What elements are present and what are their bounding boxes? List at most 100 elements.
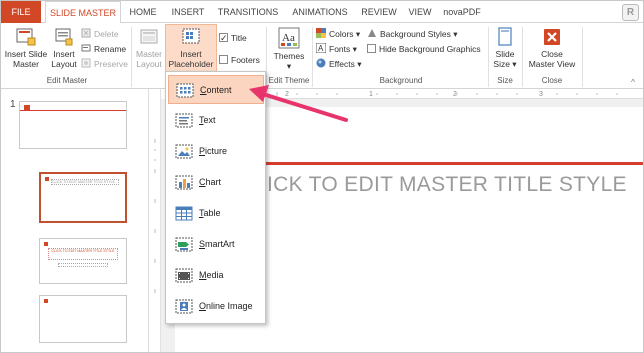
menu-item-online-image[interactable]: Online Image [168, 292, 264, 321]
svg-text:A: A [318, 44, 324, 53]
insert-placeholder-button[interactable]: Insert Placeholder ▾ [165, 24, 217, 79]
fonts-icon: A [315, 42, 327, 54]
preserve-button[interactable]: Preserve [81, 57, 128, 71]
horizontal-ruler: 2 1 2 3 [267, 89, 643, 99]
tab-slide-master[interactable]: SLIDE MASTER [45, 1, 121, 24]
title-checkbox-box[interactable] [219, 31, 228, 45]
size-group-label: Size [497, 76, 513, 85]
hide-background-graphics-label: Hide Background Graphics [379, 44, 481, 54]
media-icon [175, 268, 193, 283]
svg-text:Aa: Aa [282, 32, 295, 44]
themes-button[interactable]: Aa Themes ▾ [271, 25, 307, 71]
menu-item-label: SmartArt [199, 239, 235, 249]
thumb-accent [45, 177, 49, 181]
tab-transitions[interactable]: TRANSITIONS [215, 1, 281, 23]
menu-item-picture[interactable]: Picture [168, 137, 264, 166]
title-checkbox[interactable]: Title [219, 31, 247, 45]
background-styles-button[interactable]: Background Styles ▾ [367, 27, 458, 41]
footers-checkbox[interactable]: Footers [219, 53, 260, 67]
tab-home[interactable]: HOME [125, 1, 161, 23]
collapse-ribbon-icon[interactable]: ^ [631, 75, 635, 89]
layout-thumbnail-selected[interactable]: CLICK TO EDIT MASTER TITLE STYLE [39, 172, 127, 223]
preserve-icon [81, 58, 91, 68]
slide-thumbnail-pane: 1 CLICK TO EDIT MASTER TITLE STYLE CLICK… [1, 89, 149, 352]
master-layout-button[interactable]: Master Layout [134, 25, 164, 69]
tab-animations[interactable]: ANIMATIONS [287, 1, 353, 23]
menu-item-label: Text [199, 115, 216, 125]
tab-view[interactable]: VIEW [405, 1, 435, 23]
colors-button[interactable]: Colors ▾ [316, 27, 360, 41]
ribbon: Insert Slide Master Insert Layout Delete… [1, 23, 643, 89]
layout-thumbnail[interactable]: CLICK TO EDIT MASTER TITLE STYLE [39, 238, 127, 284]
footers-checkbox-label: Footers [231, 55, 260, 65]
rename-label: Rename [94, 44, 127, 54]
menu-item-media[interactable]: Media [168, 261, 264, 290]
colors-icon [316, 28, 326, 38]
text-icon [175, 113, 193, 128]
menu-item-label: Picture [199, 146, 228, 156]
ruler-tick-label: 2 [285, 91, 289, 98]
master-layout-label-1: Master [136, 49, 162, 59]
close-master-view-icon [542, 27, 562, 47]
fonts-label: Fonts ▾ [329, 44, 357, 54]
close-master-view-button[interactable]: Close Master View [525, 25, 579, 69]
slide-number: 1 [10, 99, 16, 110]
insert-layout-label-2: Layout [51, 59, 77, 69]
menu-item-chart[interactable]: Chart [168, 168, 264, 197]
slide-size-button[interactable]: Slide Size ▾ [491, 25, 519, 69]
close-master-view-label-1: Close [541, 49, 563, 59]
master-title-placeholder[interactable]: ICK TO EDIT MASTER TITLE STYLE [267, 173, 627, 197]
tab-review[interactable]: REVIEW [359, 1, 399, 23]
online-image-icon [175, 299, 193, 314]
slide-size-label-1: Slide [495, 49, 515, 59]
ruler-tick-label: 3 [539, 91, 543, 98]
menu-item-label: Content [200, 85, 232, 95]
rename-icon [81, 43, 91, 53]
ribbon-separator [582, 27, 583, 87]
insert-slide-master-button[interactable]: Insert Slide Master [3, 25, 49, 69]
smartart-icon [175, 237, 193, 252]
tab-insert[interactable]: INSERT [167, 1, 209, 23]
background-group-label: Background [379, 76, 423, 85]
insert-slide-master-icon [16, 27, 36, 47]
colors-label: Colors ▾ [329, 29, 361, 39]
effects-label: Effects ▾ [329, 59, 362, 69]
delete-icon [81, 28, 91, 38]
menu-item-label: Chart [199, 177, 222, 187]
thumb-title-placeholder: CLICK TO EDIT MASTER TITLE STYLE [51, 179, 119, 185]
vertical-ruler [149, 89, 161, 352]
tab-novapdf[interactable]: novaPDF [441, 1, 483, 23]
insert-layout-button[interactable]: Insert Layout [49, 25, 79, 69]
insert-layout-label-1: Insert [53, 49, 75, 59]
picture-icon [175, 144, 193, 159]
insert-placeholder-label-1: Insert [180, 49, 202, 59]
fonts-button[interactable]: A Fonts ▾ [315, 42, 357, 56]
ribbon-separator [312, 27, 313, 87]
table-icon [175, 206, 193, 221]
master-slide-thumbnail[interactable] [19, 101, 127, 149]
ribbon-separator [131, 27, 132, 87]
rename-button[interactable]: Rename [81, 42, 126, 56]
account-badge[interactable]: R [622, 4, 639, 21]
layout-thumbnail[interactable] [39, 295, 127, 343]
hide-background-graphics-checkbox[interactable]: Hide Background Graphics [367, 42, 481, 56]
delete-button[interactable]: Delete [81, 27, 119, 41]
tab-file[interactable]: FILE [1, 1, 41, 23]
thumb-accent [44, 242, 48, 246]
menu-item-text[interactable]: Text [168, 106, 264, 135]
slide-size-icon [495, 27, 515, 47]
menu-item-label: Media [199, 270, 224, 280]
slide-size-label-2: Size ▾ [493, 59, 517, 69]
menu-item-content[interactable]: Content [168, 75, 264, 104]
themes-label: Themes [273, 51, 305, 61]
menu-item-table[interactable]: Table [168, 199, 264, 228]
thumb-subtitle-placeholder [58, 263, 108, 267]
themes-dropdown-arrow: ▾ [286, 61, 292, 71]
title-checkbox-label: Title [231, 33, 247, 43]
effects-button[interactable]: Effects ▾ [316, 57, 361, 71]
footers-checkbox-box[interactable] [219, 55, 228, 64]
master-layout-label-2: Layout [136, 59, 162, 69]
powerpoint-window: FILE SLIDE MASTER HOME INSERT TRANSITION… [0, 0, 644, 353]
hide-background-graphics-box[interactable] [367, 44, 376, 53]
menu-item-smartart[interactable]: SmartArt [168, 230, 264, 259]
